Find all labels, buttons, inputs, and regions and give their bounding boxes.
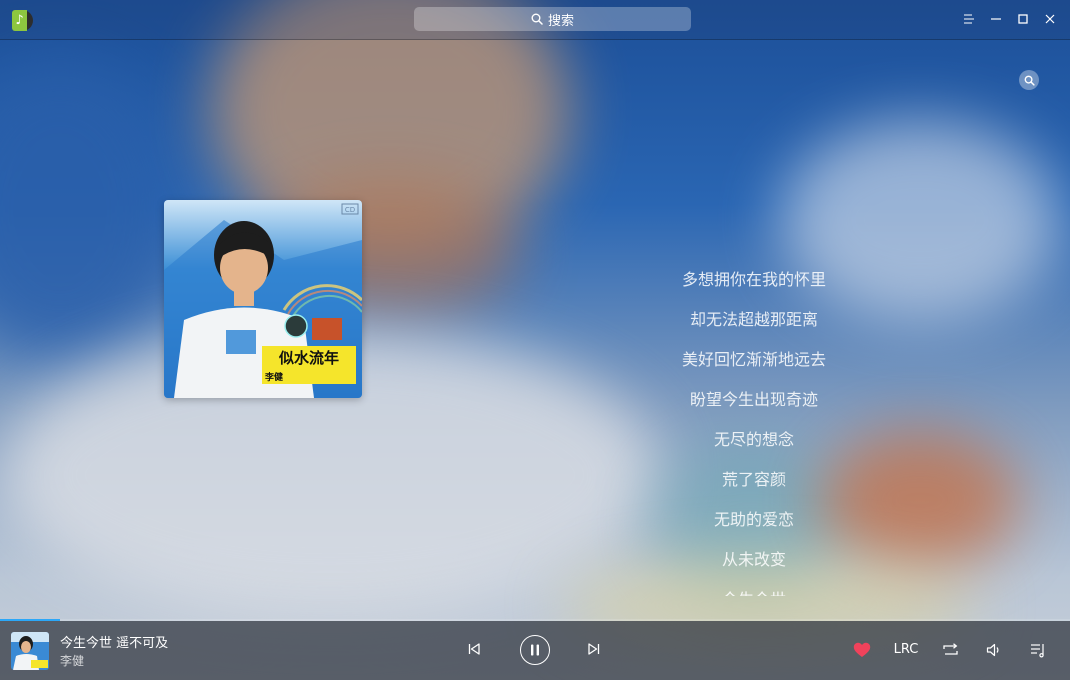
backdrop-blob bbox=[0, 60, 180, 360]
album-cover-image: 似水流年 李健 CD bbox=[164, 200, 362, 398]
playlist-button[interactable] bbox=[1028, 640, 1048, 660]
album-cover: 似水流年 李健 CD bbox=[164, 200, 362, 398]
maximize-button[interactable] bbox=[1014, 10, 1032, 28]
heart-icon bbox=[853, 642, 871, 657]
lyric-search-button[interactable] bbox=[1019, 70, 1039, 90]
search-input[interactable]: 搜索 bbox=[414, 7, 691, 31]
lyric-line: 盼望今生出现奇迹 bbox=[689, 390, 818, 409]
previous-button[interactable] bbox=[465, 640, 483, 658]
lyric-line: 荒了容颜 bbox=[721, 470, 786, 489]
cd-badge-text: CD bbox=[345, 206, 355, 214]
lyric-line: 却无法超越那距离 bbox=[689, 310, 818, 329]
mini-cover-image bbox=[11, 632, 49, 670]
pause-button[interactable] bbox=[520, 635, 550, 665]
volume-button[interactable] bbox=[984, 640, 1004, 660]
album-title-text: 似水流年 bbox=[278, 349, 339, 367]
playlist-icon bbox=[1030, 643, 1044, 657]
app-logo: ♪ bbox=[12, 10, 33, 31]
menu-button[interactable] bbox=[960, 10, 978, 28]
lyrics-panel: 多想拥你在我的怀里 却无法超越那距离 美好回忆渐渐地远去 盼望今生出现奇迹 无尽的想念荒… bbox=[654, 260, 854, 596]
music-note-icon: ♪ bbox=[12, 10, 27, 31]
like-button[interactable] bbox=[852, 640, 872, 660]
search-icon bbox=[1024, 75, 1035, 86]
next-button[interactable] bbox=[585, 640, 603, 658]
minimize-icon bbox=[991, 18, 1001, 20]
minimize-button[interactable] bbox=[987, 10, 1005, 28]
maximize-icon bbox=[1018, 14, 1028, 24]
lyric-line: 无助的爱恋 bbox=[713, 510, 794, 529]
title-bar: ♪ 搜索 bbox=[0, 0, 1070, 40]
album-artist-text: 李健 bbox=[264, 371, 283, 383]
close-button[interactable] bbox=[1041, 10, 1059, 28]
player-bar: 今生今世 遥不可及 李健 LRC bbox=[0, 621, 1070, 680]
repeat-icon bbox=[942, 643, 958, 655]
lyric-line: 从未改变 bbox=[721, 550, 786, 569]
menu-icon bbox=[964, 14, 974, 24]
repeat-button[interactable] bbox=[940, 640, 960, 660]
search-placeholder: 搜索 bbox=[547, 13, 574, 29]
lyrics-toggle-button[interactable]: LRC bbox=[893, 641, 919, 659]
song-artist[interactable]: 李健 bbox=[60, 652, 84, 669]
lyric-line: 美好回忆渐渐地远去 bbox=[681, 350, 826, 369]
pause-icon bbox=[531, 644, 539, 656]
lyric-line: 无尽的想念 bbox=[713, 430, 794, 449]
now-playing-cover[interactable] bbox=[11, 632, 49, 670]
search-icon bbox=[531, 13, 543, 25]
lyric-line: 多想拥你在我的怀里 bbox=[681, 270, 826, 289]
music-player-window: ♪ 搜索 似水流年 李健 CD 多想拥你在我的怀里 却无法超越那距离 美好回忆渐… bbox=[0, 0, 1070, 680]
volume-icon bbox=[986, 643, 999, 657]
song-title: 今生今世 遥不可及 bbox=[60, 636, 169, 651]
close-icon bbox=[1045, 14, 1055, 24]
lyric-line: 今生今世 bbox=[654, 580, 854, 596]
previous-icon bbox=[468, 643, 480, 655]
next-icon bbox=[588, 643, 600, 655]
